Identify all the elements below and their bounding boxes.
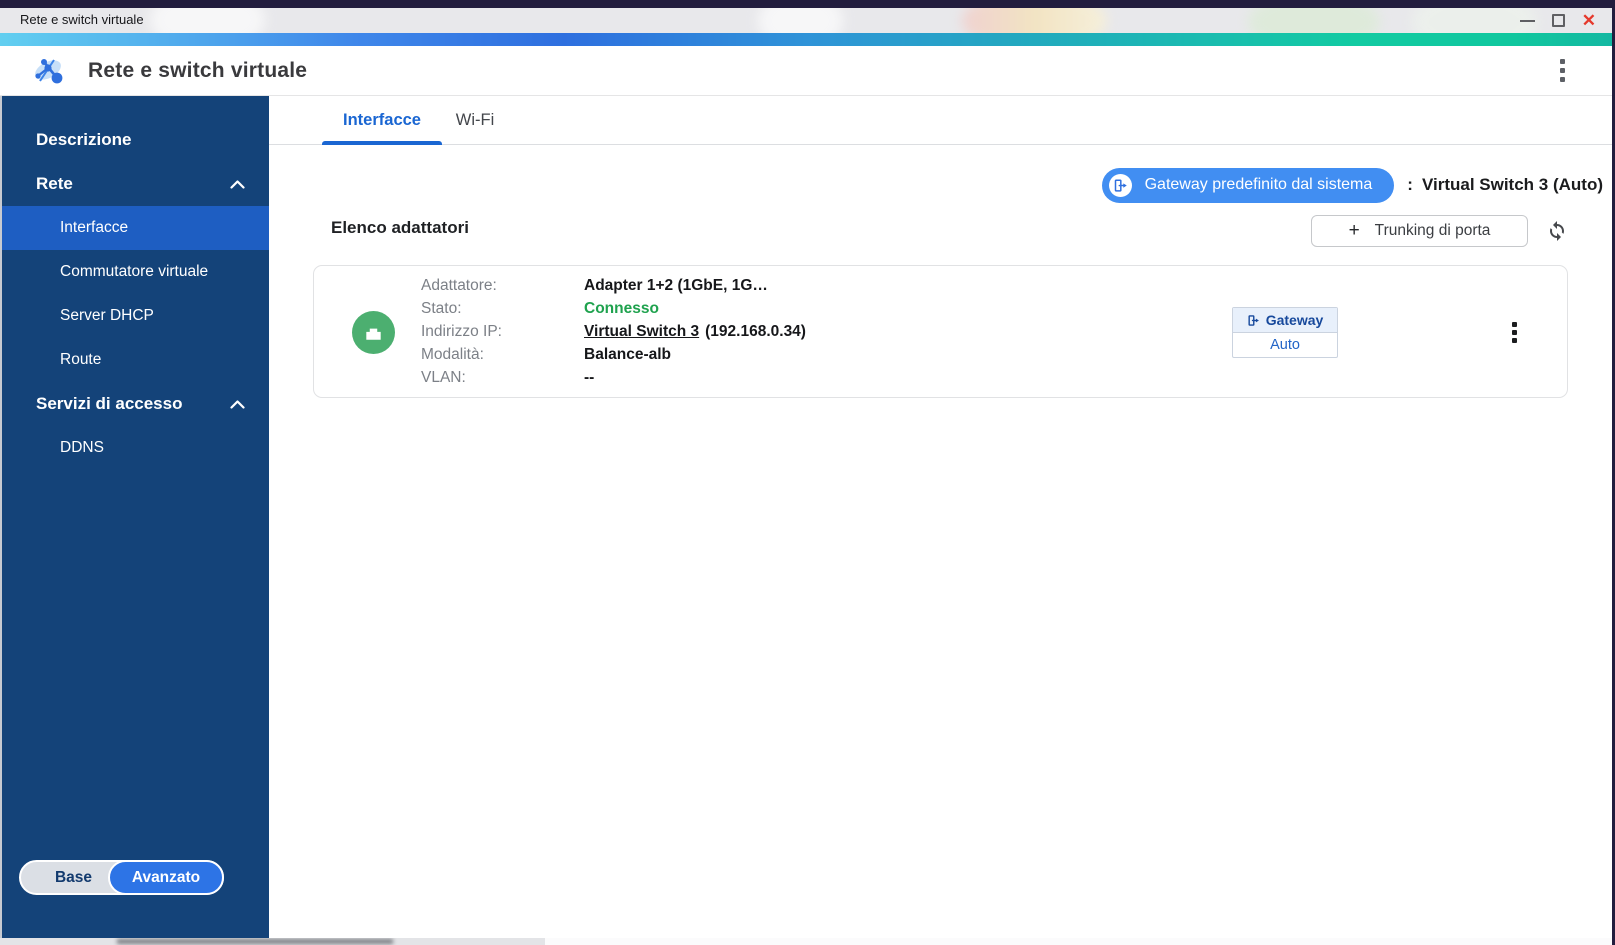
default-gateway-row: Gateway predefinito dal sistema : Virtua… (1101, 167, 1603, 203)
tab-interfacce[interactable]: Interfacce (319, 96, 445, 145)
tab-wifi[interactable]: Wi-Fi (447, 96, 503, 144)
sidebar-nav: Descrizione Rete Interfacce Commutatore … (2, 96, 269, 470)
sidebar-item-label: Route (60, 351, 102, 368)
default-gateway-switch: Virtual Switch 3 (Auto) (1421, 175, 1603, 194)
desktop-bottom-strip-light (545, 938, 1612, 945)
sidebar-item-servizi-di-accesso[interactable]: Servizi di accesso (2, 382, 269, 426)
sidebar-item-label: Commutatore virtuale (60, 263, 209, 280)
ethernet-port-icon (352, 311, 395, 354)
sidebar-item-descrizione[interactable]: Descrizione (2, 118, 269, 162)
chevron-up-icon[interactable] (230, 399, 245, 409)
field-label: Indirizzo IP: (421, 322, 502, 340)
sidebar-item-server-dhcp[interactable]: Server DHCP (2, 294, 269, 338)
field-row-ip: Indirizzo IP: Virtual Switch 3 (192.168.… (421, 321, 806, 344)
sidebar-item-ddns[interactable]: DDNS (2, 426, 269, 470)
titlebar-glow (1248, 8, 1380, 33)
default-gateway-value: : Virtual Switch 3 (Auto) (1407, 175, 1603, 195)
sidebar-item-label: Interfacce (60, 219, 129, 236)
desktop-bottom-strip (0, 938, 1612, 945)
gateway-icon (1108, 173, 1132, 197)
field-row-mode: Modalità: Balance-alb (421, 343, 806, 366)
port-trunking-button[interactable]: + Trunking di porta (1311, 215, 1528, 247)
field-row-vlan: VLAN: -- (421, 366, 806, 389)
tab-bar: Interfacce Wi-Fi (269, 96, 1612, 145)
gateway-mode-auto[interactable]: Auto (1233, 333, 1337, 357)
sidebar-item-label: DDNS (60, 439, 104, 456)
adapter-name-value: Adapter 1+2 (1GbE, 1G… (584, 277, 768, 295)
refresh-icon[interactable] (1545, 218, 1569, 242)
adapter-fields: Adattatore: Adapter 1+2 (1GbE, 1G… Stato… (421, 275, 806, 389)
default-gateway-button-label: Gateway predefinito dal sistema (1144, 176, 1373, 193)
titlebar-glow (1412, 8, 1537, 33)
adapter-card: Adattatore: Adapter 1+2 (1GbE, 1G… Stato… (313, 265, 1568, 398)
main-content: Interfacce Wi-Fi Gateway predefinito dal… (269, 96, 1612, 938)
minimize-icon[interactable] (1519, 19, 1535, 22)
sidebar-item-label: Rete (36, 174, 73, 193)
plus-icon: + (1348, 220, 1360, 241)
gateway-badge-label: Gateway (1265, 312, 1324, 328)
ip-address-value: (192.168.0.34) (705, 322, 806, 340)
network-app-icon (35, 59, 63, 84)
sidebar-item-commutatore-virtuale[interactable]: Commutatore virtuale (2, 250, 269, 294)
sidebar-item-label: Server DHCP (60, 307, 154, 324)
sidebar-item-label: Descrizione (36, 130, 132, 149)
virtual-switch-link[interactable]: Virtual Switch 3 (584, 323, 699, 341)
field-row-status: Stato: Connesso (421, 298, 806, 321)
brand-gradient-bar (0, 33, 1612, 46)
titlebar-glow (758, 8, 843, 33)
mode-toggle: Base Avanzato (19, 860, 224, 895)
window-titlebar[interactable]: Rete e switch virtuale ✕ (0, 8, 1612, 33)
port-trunking-label: Trunking di porta (1374, 222, 1491, 239)
sidebar-item-label: Servizi di accesso (36, 394, 183, 413)
titlebar-glow (962, 8, 1107, 33)
page-title: Rete e switch virtuale (88, 59, 308, 82)
blurred-desktop-text (117, 939, 393, 944)
close-icon[interactable]: ✕ (1582, 8, 1596, 33)
mode-toggle-avanzato[interactable]: Avanzato (108, 860, 224, 895)
gateway-badge: Gateway Auto (1232, 307, 1338, 358)
separator: : (1407, 175, 1413, 194)
field-row-adapter: Adattatore: Adapter 1+2 (1GbE, 1G… (421, 275, 806, 298)
window-title: Rete e switch virtuale (20, 12, 144, 27)
titlebar-glow (150, 8, 265, 33)
window-controls: ✕ (1519, 8, 1596, 33)
field-label: Modalità: (421, 345, 484, 363)
mode-value: Balance-alb (584, 345, 672, 363)
field-label: Stato: (421, 300, 462, 318)
default-gateway-button[interactable]: Gateway predefinito dal sistema (1101, 167, 1395, 203)
desktop: Rete e switch virtuale ✕ Rete e switch v… (0, 0, 1615, 945)
more-options-icon[interactable] (1560, 59, 1565, 82)
chevron-up-icon[interactable] (230, 179, 245, 189)
sidebar-item-route[interactable]: Route (2, 338, 269, 382)
sidebar-item-rete[interactable]: Rete (2, 162, 269, 206)
sidebar-item-interfacce[interactable]: Interfacce (2, 206, 269, 250)
gateway-badge-header: Gateway (1233, 308, 1337, 333)
sidebar: Descrizione Rete Interfacce Commutatore … (0, 96, 269, 938)
app-header: Rete e switch virtuale (0, 46, 1612, 96)
field-label: Adattatore: (421, 277, 497, 295)
gateway-icon (1248, 314, 1259, 326)
adapter-list-heading: Elenco adattatori (331, 218, 469, 237)
vlan-value: -- (584, 368, 595, 386)
field-label: VLAN: (421, 368, 466, 386)
maximize-icon[interactable] (1551, 14, 1565, 27)
status-badge: Connesso (584, 300, 659, 318)
adapter-more-options-icon[interactable] (1512, 322, 1517, 343)
